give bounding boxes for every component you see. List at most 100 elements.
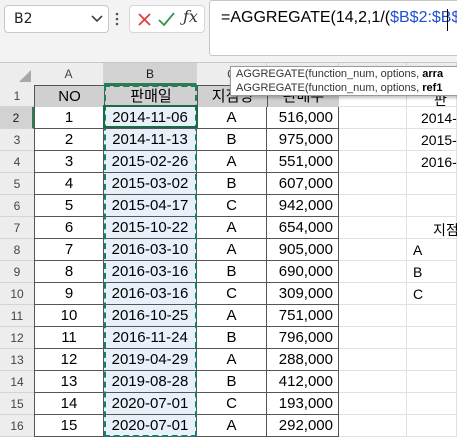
table-cell[interactable]: 8 [34, 261, 104, 283]
table-cell[interactable]: 4 [34, 173, 104, 195]
date-cell[interactable]: 2015-03-02 [104, 173, 197, 195]
empty-cell[interactable] [339, 129, 407, 151]
table-cell[interactable]: 975,000 [267, 129, 339, 151]
row-header-14[interactable]: 14 [0, 371, 34, 393]
empty-cell[interactable] [339, 393, 407, 415]
table-cell[interactable]: 2 [34, 129, 104, 151]
row-header-13[interactable]: 13 [0, 349, 34, 371]
table-cell[interactable]: A [197, 217, 267, 239]
empty-cell[interactable] [339, 239, 407, 261]
table-cell[interactable]: 13 [34, 371, 104, 393]
date-cell[interactable]: 2016-03-10 [104, 239, 197, 261]
table-header-cell[interactable]: NO [34, 85, 105, 108]
table-cell[interactable]: 193,000 [267, 393, 339, 415]
row-header-2[interactable]: 2 [0, 107, 34, 129]
cancel-icon[interactable] [138, 13, 151, 26]
table-cell[interactable]: B [197, 327, 267, 349]
date-cell[interactable]: 2014-11-13 [104, 129, 197, 151]
date-cell[interactable]: 2019-08-28 [104, 371, 197, 393]
empty-cell[interactable] [339, 107, 407, 129]
table-cell[interactable]: 7 [34, 239, 104, 261]
empty-cell[interactable] [339, 327, 407, 349]
row-header-5[interactable]: 5 [0, 173, 34, 195]
summary-date-cell[interactable]: 2016- [421, 154, 457, 170]
empty-cell[interactable] [339, 371, 407, 393]
row-header-4[interactable]: 4 [0, 151, 34, 173]
empty-cell[interactable] [407, 371, 457, 393]
table-header-cell[interactable]: 판매일 [104, 85, 198, 108]
table-cell[interactable]: 288,000 [267, 349, 339, 371]
table-cell[interactable]: B [197, 173, 267, 195]
table-cell[interactable]: 3 [34, 151, 104, 173]
date-cell[interactable]: 2016-10-25 [104, 305, 197, 327]
table-cell[interactable]: 292,000 [267, 415, 339, 437]
table-cell[interactable]: 751,000 [267, 305, 339, 327]
table-cell[interactable]: B [197, 371, 267, 393]
date-cell[interactable]: 2016-03-16 [104, 283, 197, 305]
table-cell[interactable]: 11 [34, 327, 104, 349]
table-cell[interactable]: B [197, 129, 267, 151]
empty-cell[interactable] [339, 173, 407, 195]
table-cell[interactable]: 309,000 [267, 283, 339, 305]
row-header-15[interactable]: 15 [0, 393, 34, 415]
table-cell[interactable]: 15 [34, 415, 104, 437]
table-cell[interactable]: 551,000 [267, 151, 339, 173]
empty-cell[interactable] [407, 305, 457, 327]
table-cell[interactable]: A [197, 239, 267, 261]
table-cell[interactable]: 942,000 [267, 195, 339, 217]
table-cell[interactable]: 10 [34, 305, 104, 327]
row-header-3[interactable]: 3 [0, 129, 34, 151]
summary-branch-cell[interactable]: C [413, 286, 423, 302]
table-cell[interactable]: 516,000 [267, 107, 339, 129]
summary-branch-cell[interactable]: B [413, 264, 422, 280]
chevron-down-icon[interactable] [91, 14, 103, 24]
row-header-16[interactable]: 16 [0, 415, 34, 437]
insert-function-icon[interactable]: ƒx [183, 7, 198, 26]
table-cell[interactable]: 690,000 [267, 261, 339, 283]
date-cell[interactable]: 2020-07-01 [104, 393, 197, 415]
empty-cell[interactable] [407, 327, 457, 349]
date-cell[interactable]: 2019-04-29 [104, 349, 197, 371]
table-cell[interactable]: C [197, 283, 267, 305]
empty-cell[interactable] [407, 415, 457, 437]
column-header-b[interactable]: B [104, 63, 197, 85]
date-cell[interactable]: 2015-10-22 [104, 217, 197, 239]
select-all-icon[interactable] [19, 70, 31, 82]
summary-date-cell[interactable]: 2015- [421, 132, 457, 148]
table-cell[interactable]: 607,000 [267, 173, 339, 195]
row-header-1[interactable]: 1 [0, 85, 34, 107]
table-cell[interactable]: B [197, 261, 267, 283]
row-header-7[interactable]: 7 [0, 217, 34, 239]
empty-cell[interactable] [339, 217, 407, 239]
empty-cell[interactable] [339, 305, 407, 327]
summary-date-cell[interactable]: 2014- [421, 110, 457, 126]
table-cell[interactable]: 796,000 [267, 327, 339, 349]
date-cell[interactable]: 2020-07-01 [104, 415, 197, 437]
table-cell[interactable]: 14 [34, 393, 104, 415]
table-cell[interactable]: 412,000 [267, 371, 339, 393]
table-cell[interactable]: 9 [34, 283, 104, 305]
empty-cell[interactable] [407, 349, 457, 371]
summary-header-2[interactable]: 지점 [433, 220, 457, 240]
formula-input[interactable]: =AGGREGATE(14,2,1/($B$2:$B$16 [209, 0, 457, 56]
row-header-10[interactable]: 10 [0, 283, 34, 305]
empty-cell[interactable] [339, 261, 407, 283]
date-cell[interactable]: 2015-02-26 [104, 151, 197, 173]
table-cell[interactable]: A [197, 305, 267, 327]
table-cell[interactable]: 654,000 [267, 217, 339, 239]
row-header-11[interactable]: 11 [0, 305, 34, 327]
date-cell[interactable]: 2016-11-24 [104, 327, 197, 349]
empty-cell[interactable] [339, 283, 407, 305]
confirm-icon[interactable] [158, 12, 175, 27]
row-header-8[interactable]: 8 [0, 239, 34, 261]
summary-branch-cell[interactable]: A [413, 242, 422, 258]
table-cell[interactable]: A [197, 107, 267, 129]
empty-cell[interactable] [407, 393, 457, 415]
row-header-12[interactable]: 12 [0, 327, 34, 349]
row-header-6[interactable]: 6 [0, 195, 34, 217]
row-header-9[interactable]: 9 [0, 261, 34, 283]
date-cell[interactable]: 2015-04-17 [104, 195, 197, 217]
column-header-a[interactable]: A [34, 63, 104, 85]
table-cell[interactable]: 5 [34, 195, 104, 217]
empty-cell[interactable] [339, 415, 407, 437]
